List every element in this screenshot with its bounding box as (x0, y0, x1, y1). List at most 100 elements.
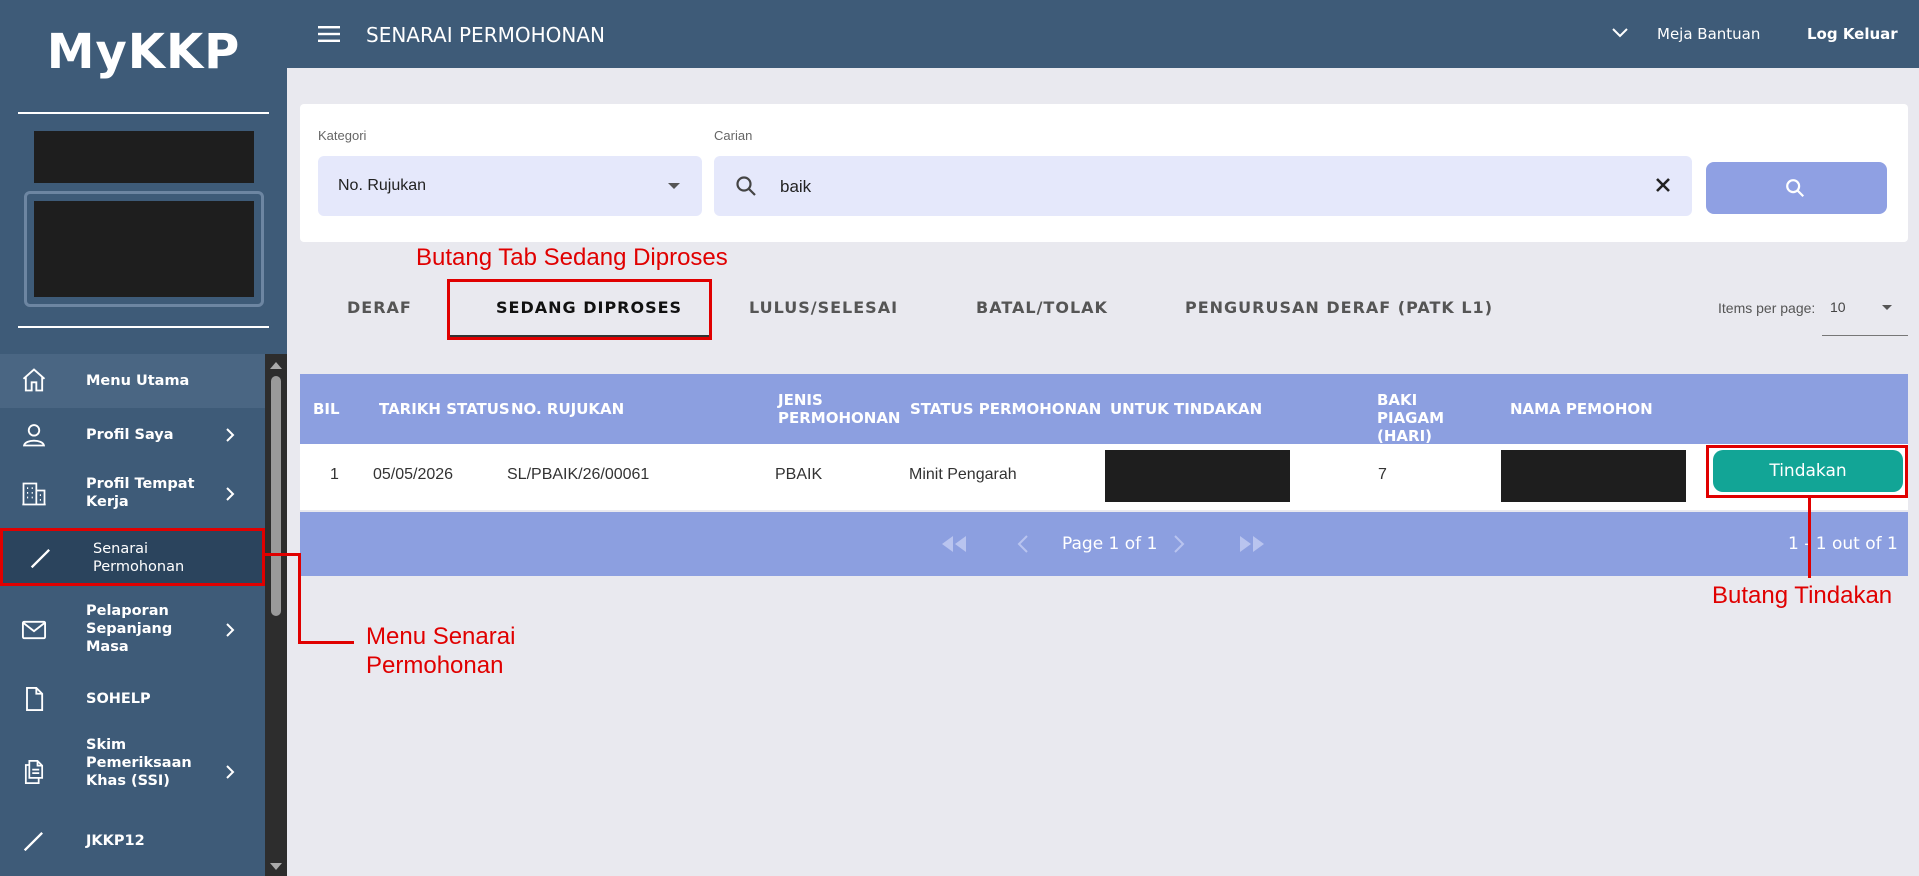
tab-deraf[interactable]: DERAF (347, 298, 412, 317)
annotation-line (298, 553, 301, 643)
column-header: NO. RUJUKAN (511, 400, 625, 418)
redacted-block (1501, 450, 1686, 502)
sidebar-item-label: Pelaporan Sepanjang Masa (86, 603, 173, 655)
close-icon[interactable] (1654, 176, 1672, 194)
redacted-block (34, 201, 254, 297)
range-indicator: 1 - 1 out of 1 (1788, 534, 1898, 554)
divider (18, 326, 269, 328)
user-icon (22, 424, 46, 447)
redacted-block (1105, 450, 1290, 502)
sidebar-menu: Menu Utama Profil Saya Profil Tempat Ker… (0, 354, 265, 876)
help-desk-link[interactable]: Meja Bantuan (1657, 25, 1760, 43)
tab-pengurusan-deraf[interactable]: PENGURUSAN DERAF (PATK L1) (1185, 298, 1493, 317)
search-icon (1786, 179, 1805, 198)
carian-label: Carian (714, 128, 753, 143)
scroll-up-icon[interactable] (265, 358, 287, 372)
sidebar-item-profil-tempat-kerja[interactable]: Profil Tempat Kerja (0, 462, 265, 526)
search-button[interactable] (1706, 162, 1887, 214)
annotation-line (265, 553, 301, 556)
sidebar-item-label: JKKP12 (86, 833, 145, 849)
kategori-value: No. Rujukan (338, 177, 427, 194)
annotation-line (1808, 498, 1811, 578)
sidebar-item-jkkp12[interactable]: JKKP12 (0, 814, 265, 868)
avatar (24, 191, 264, 307)
chevron-right-icon (226, 428, 235, 442)
cell-baki: 7 (1378, 466, 1387, 483)
table-header: BIL TARIKH STATUS NO. RUJUKAN JENIS PERM… (300, 374, 1908, 445)
redacted-block (34, 131, 254, 183)
annotation-menu-label: Menu Senarai (366, 623, 516, 650)
chevron-right-icon (226, 487, 235, 501)
divider (18, 112, 269, 114)
first-page-icon[interactable] (938, 534, 970, 554)
home-icon (22, 368, 46, 392)
cell-rujukan: SL/PBAIK/26/00061 (507, 466, 650, 483)
items-per-page-select[interactable]: 10 (1822, 298, 1908, 336)
previous-page-icon[interactable] (1016, 534, 1030, 554)
sidebar-item-sohelp[interactable]: SOHELP (0, 670, 265, 728)
app-logo: MyKKP (46, 24, 241, 80)
document-icon (26, 686, 44, 712)
sidebar-item-menu-utama[interactable]: Menu Utama (0, 354, 265, 408)
search-value[interactable]: baik (780, 177, 811, 197)
cell-jenis: PBAIK (775, 466, 823, 483)
pencil-icon (30, 549, 50, 569)
sidebar: MyKKP Menu Utama Profil Saya Profil Temp… (0, 0, 287, 876)
dropdown-arrow-icon (1882, 305, 1892, 310)
annotation-tab-label: Butang Tab Sedang Diproses (416, 244, 728, 271)
sidebar-item-label: Menu Utama (86, 373, 190, 389)
tindakan-button[interactable]: Tindakan (1713, 450, 1903, 492)
page-indicator: Page 1 of 1 (1062, 534, 1158, 554)
next-page-icon[interactable] (1172, 534, 1186, 554)
chevron-right-icon (226, 765, 235, 779)
annotation-line (298, 641, 354, 644)
pencil-icon (23, 832, 43, 852)
tab-lulus-selesai[interactable]: LULUS/SELESAI (749, 298, 898, 317)
mail-icon (21, 620, 47, 640)
table-row: 1 05/05/2026 SL/PBAIK/26/00061 PBAIK Min… (300, 444, 1908, 510)
filter-card: Kategori No. Rujukan Carian baik (300, 104, 1908, 242)
sidebar-item-senarai-permohonan[interactable]: Senarai Permohonan (0, 528, 265, 586)
page-title: SENARAI PERMOHONAN (366, 23, 605, 47)
logout-link[interactable]: Log Keluar (1807, 25, 1898, 43)
column-header: UNTUK TINDAKAN (1110, 400, 1263, 418)
kategori-label: Kategori (318, 128, 367, 143)
search-input[interactable]: baik (714, 156, 1692, 216)
annotation-action-label: Butang Tindakan (1712, 582, 1893, 609)
cell-bil: 1 (330, 466, 339, 483)
column-header: TARIKH STATUS (379, 400, 510, 418)
annotation-menu-label: Permohonan (366, 652, 504, 679)
sidebar-item-label: Senarai Permohonan (93, 541, 185, 575)
sidebar-item-label: Profil Saya (86, 427, 174, 443)
search-icon (736, 176, 756, 196)
tab-batal-tolak[interactable]: BATAL/TOLAK (976, 298, 1108, 317)
scroll-down-icon[interactable] (265, 860, 287, 874)
sidebar-item-label: Skim Pemeriksaan Khas (SSI) (86, 737, 192, 789)
sidebar-item-label: SOHELP (86, 691, 151, 707)
sidebar-item-profil-saya[interactable]: Profil Saya (0, 408, 265, 462)
items-per-page-value: 10 (1830, 299, 1846, 315)
sidebar-item-pelaporan[interactable]: Pelaporan Sepanjang Masa (0, 590, 265, 670)
column-header: BIL (313, 400, 340, 418)
sidebar-item-label: Profil Tempat Kerja (86, 476, 195, 510)
column-header: STATUS PERMOHONAN (910, 400, 1102, 418)
column-header: BAKI PIAGAM (HARI) (1377, 391, 1445, 445)
column-header: NAMA PEMOHON (1510, 400, 1653, 418)
documents-icon (24, 760, 44, 784)
annotation-box (447, 279, 712, 340)
sidebar-scrollbar[interactable] (265, 354, 287, 876)
column-header: JENIS PERMOHONAN (778, 391, 901, 427)
menu-icon[interactable] (318, 26, 340, 42)
building-icon (22, 482, 46, 506)
chevron-right-icon (226, 623, 235, 637)
items-per-page-label: Items per page: (1718, 300, 1816, 316)
pagination-bar: Page 1 of 1 1 - 1 out of 1 (300, 512, 1908, 576)
cell-status: Minit Pengarah (909, 466, 1017, 483)
scrollbar-thumb[interactable] (271, 376, 281, 616)
top-bar: SENARAI PERMOHONAN Meja Bantuan Log Kelu… (287, 0, 1919, 68)
chevron-down-icon[interactable] (1611, 26, 1629, 40)
cell-tarikh: 05/05/2026 (373, 466, 454, 483)
sidebar-item-skim-ssi[interactable]: Skim Pemeriksaan Khas (SSI) (0, 728, 265, 814)
last-page-icon[interactable] (1236, 534, 1268, 554)
kategori-select[interactable]: No. Rujukan (318, 156, 702, 216)
